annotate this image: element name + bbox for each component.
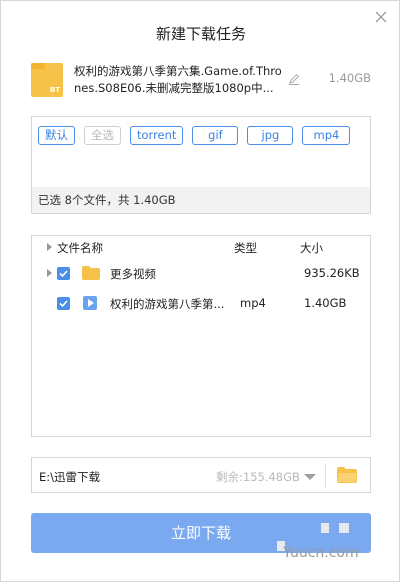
filter-tag-jpg[interactable]: jpg [247, 126, 294, 145]
edit-name-button[interactable] [287, 71, 301, 85]
filter-tag-mp4[interactable]: mp4 [302, 126, 351, 145]
file-filter-panel: 默认 全选 torrent gif jpg mp4 已选 8个文件，共 1.40… [31, 116, 371, 214]
dialog-title: 新建下载任务 [155, 25, 246, 43]
file-list: 文件名称 类型 大小 更多视频 935.26KB 权利的游戏第八季第... mp… [31, 235, 371, 437]
header-size[interactable]: 大小 [300, 240, 323, 256]
task-size: 1.40GB [328, 71, 371, 85]
new-download-dialog: 新建下载任务 BT 权利的游戏第八季第六集.Game.of.Thrones.S0… [0, 0, 400, 582]
file-row-folder[interactable]: 更多视频 935.26KB [32, 261, 370, 285]
task-name: 权利的游戏第八季第六集.Game.of.Thrones.S08E06.未删减完整… [74, 64, 282, 95]
video-file-icon [83, 296, 97, 310]
file-row-video[interactable]: 权利的游戏第八季第... mp4 1.40GB [32, 291, 370, 315]
free-space: 剩余:155.48GB [216, 470, 300, 484]
divider [325, 463, 326, 487]
selection-summary: 已选 8个文件，共 1.40GB [32, 187, 370, 213]
file-list-header: 文件名称 类型 大小 [32, 236, 370, 258]
file-name: 更多视频 [110, 267, 156, 281]
file-size: 935.26KB [304, 266, 360, 280]
expand-arrow-icon[interactable] [47, 269, 52, 277]
video-checkbox[interactable] [57, 297, 70, 310]
close-icon [375, 11, 387, 23]
expand-all-arrow-icon[interactable] [47, 243, 52, 251]
close-button[interactable] [371, 7, 391, 27]
filter-tag-default[interactable]: 默认 [38, 126, 75, 145]
bt-badge: BT [49, 86, 60, 94]
pencil-icon [289, 73, 300, 85]
check-icon [59, 270, 68, 278]
header-name[interactable]: 文件名称 [57, 240, 103, 256]
filter-tag-gif[interactable]: gif [192, 126, 239, 145]
file-type: mp4 [240, 296, 266, 310]
watermark-text: Yuucn.com [283, 545, 359, 561]
watermark: Yuucn.com [261, 519, 391, 561]
folder-icon [82, 266, 100, 280]
folder-checkbox[interactable] [57, 267, 70, 280]
chevron-down-icon[interactable] [304, 474, 316, 480]
filter-tags: 默认 全选 torrent gif jpg mp4 [38, 126, 359, 145]
task-info-row: BT 权利的游戏第八季第六集.Game.of.Thrones.S08E06.未删… [31, 61, 376, 101]
bt-file-icon: BT [31, 63, 63, 97]
check-icon [59, 300, 68, 308]
browse-folder-button[interactable] [336, 466, 358, 484]
file-size: 1.40GB [304, 296, 347, 310]
header-type[interactable]: 类型 [234, 240, 257, 256]
folder-open-icon [337, 467, 357, 483]
filter-tag-torrent[interactable]: torrent [130, 126, 184, 145]
save-path-field[interactable]: E:\迅雷下载 剩余:155.48GB [31, 457, 371, 493]
file-name: 权利的游戏第八季第... [110, 297, 225, 311]
save-path[interactable]: E:\迅雷下载 [39, 469, 100, 485]
filter-tag-select-all[interactable]: 全选 [84, 126, 121, 145]
